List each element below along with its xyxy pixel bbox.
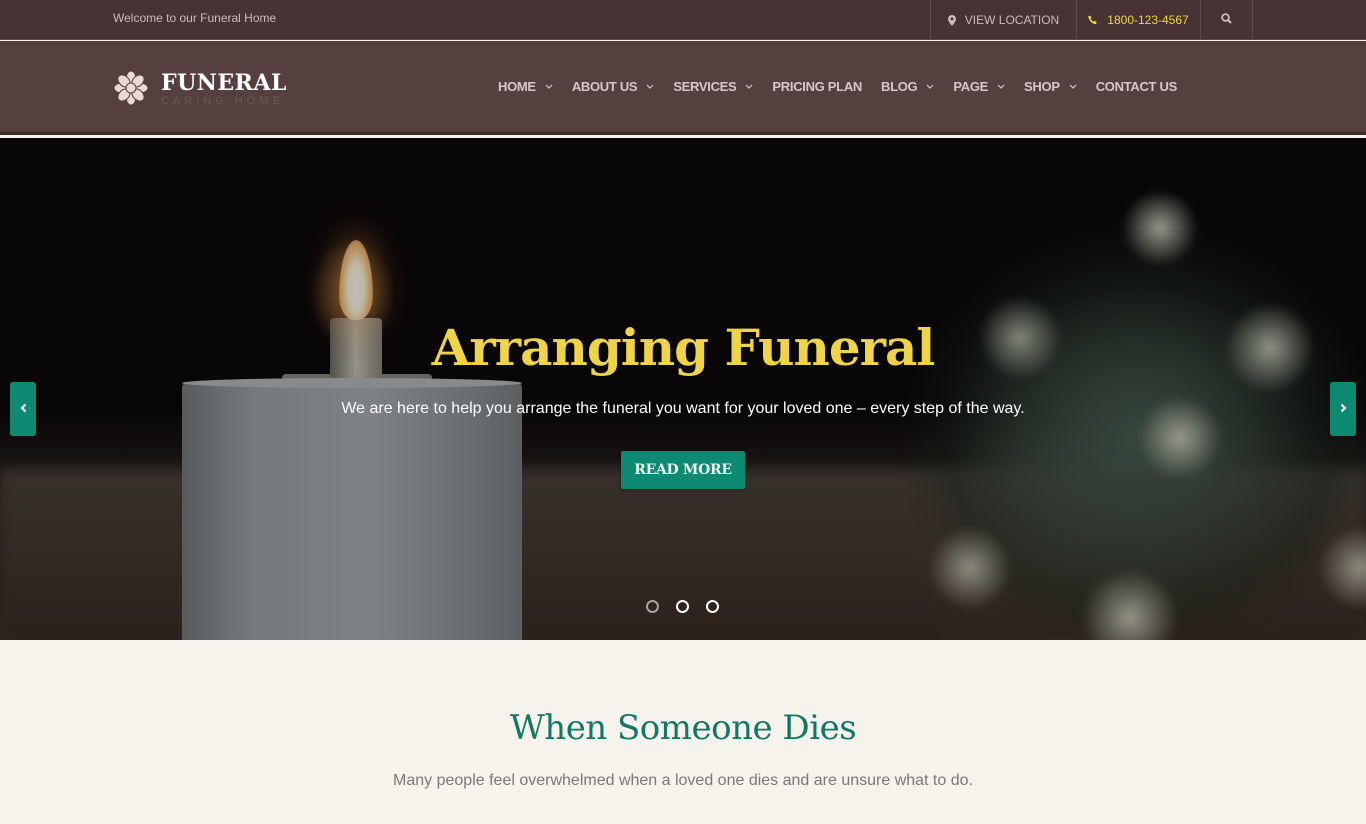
- hero-subtitle: We are here to help you arrange the fune…: [341, 400, 1025, 417]
- main-header: FUNERAL CARING HOME HOME ABOUT US SERVIC…: [0, 41, 1366, 135]
- nav-label: BLOG: [881, 79, 918, 94]
- nav-item-home[interactable]: HOME: [498, 79, 553, 94]
- chevron-down-icon: [1069, 84, 1077, 89]
- when-someone-dies-section: When Someone Dies Many people feel overw…: [0, 640, 1366, 824]
- phone-link[interactable]: 1800-123-4567: [1076, 0, 1200, 40]
- nav-label: PRICING PLAN: [772, 79, 862, 94]
- chevron-down-icon: [926, 84, 934, 89]
- slider-pagination: [646, 600, 736, 613]
- phone-icon: [1088, 15, 1098, 25]
- nav-label: PAGE: [953, 79, 989, 94]
- nav-label: ABOUT US: [571, 79, 638, 94]
- nav-label: SHOP: [1024, 79, 1060, 94]
- site-logo[interactable]: FUNERAL CARING HOME: [113, 70, 287, 107]
- chevron-down-icon: [545, 84, 553, 89]
- welcome-text: Welcome to our Funeral Home: [113, 11, 277, 25]
- hero-slider: Arranging Funeral We are here to help yo…: [0, 138, 1366, 640]
- slider-dot-1[interactable]: [646, 600, 659, 613]
- nav-label: SERVICES: [673, 79, 737, 94]
- slider-next-button[interactable]: [1330, 382, 1356, 436]
- nav-item-pricing-plan[interactable]: PRICING PLAN: [772, 79, 862, 94]
- read-more-button[interactable]: READ MORE: [621, 451, 745, 489]
- main-nav: HOME ABOUT US SERVICES PRICING PLAN BLOG…: [498, 79, 1196, 94]
- search-button[interactable]: [1200, 0, 1253, 40]
- nav-item-shop[interactable]: SHOP: [1024, 79, 1077, 94]
- chevron-down-icon: [646, 84, 654, 89]
- view-location-link[interactable]: VIEW LOCATION: [930, 0, 1076, 40]
- hero-overlay: [0, 138, 1366, 640]
- slider-prev-button[interactable]: [10, 382, 36, 436]
- section-text: Many people feel overwhelmed when a love…: [393, 772, 973, 789]
- chevron-down-icon: [997, 84, 1005, 89]
- chevron-right-icon: [1340, 400, 1347, 418]
- phone-number: 1800-123-4567: [1107, 13, 1189, 27]
- hero-title: Arranging Funeral: [431, 318, 936, 377]
- chevron-down-icon: [745, 84, 753, 89]
- nav-item-blog[interactable]: BLOG: [881, 79, 934, 94]
- nav-item-page[interactable]: PAGE: [953, 79, 1005, 94]
- logo-tagline: CARING HOME: [161, 95, 284, 107]
- view-location-label: VIEW LOCATION: [964, 13, 1060, 27]
- slider-dot-3[interactable]: [706, 600, 719, 613]
- nav-item-services[interactable]: SERVICES: [673, 79, 753, 94]
- top-bar: Welcome to our Funeral Home VIEW LOCATIO…: [0, 0, 1366, 40]
- slider-dot-2[interactable]: [676, 600, 689, 613]
- logo-name: FUNERAL: [161, 70, 288, 96]
- lotus-flower-icon: [113, 70, 149, 106]
- nav-label: HOME: [498, 79, 536, 94]
- nav-label: CONTACT US: [1095, 79, 1178, 94]
- search-icon: [1221, 13, 1232, 27]
- nav-item-contact-us[interactable]: CONTACT US: [1095, 79, 1178, 94]
- chevron-left-icon: [20, 400, 27, 418]
- map-marker-icon: [947, 14, 956, 26]
- nav-item-about-us[interactable]: ABOUT US: [572, 79, 655, 94]
- section-heading: When Someone Dies: [509, 708, 857, 748]
